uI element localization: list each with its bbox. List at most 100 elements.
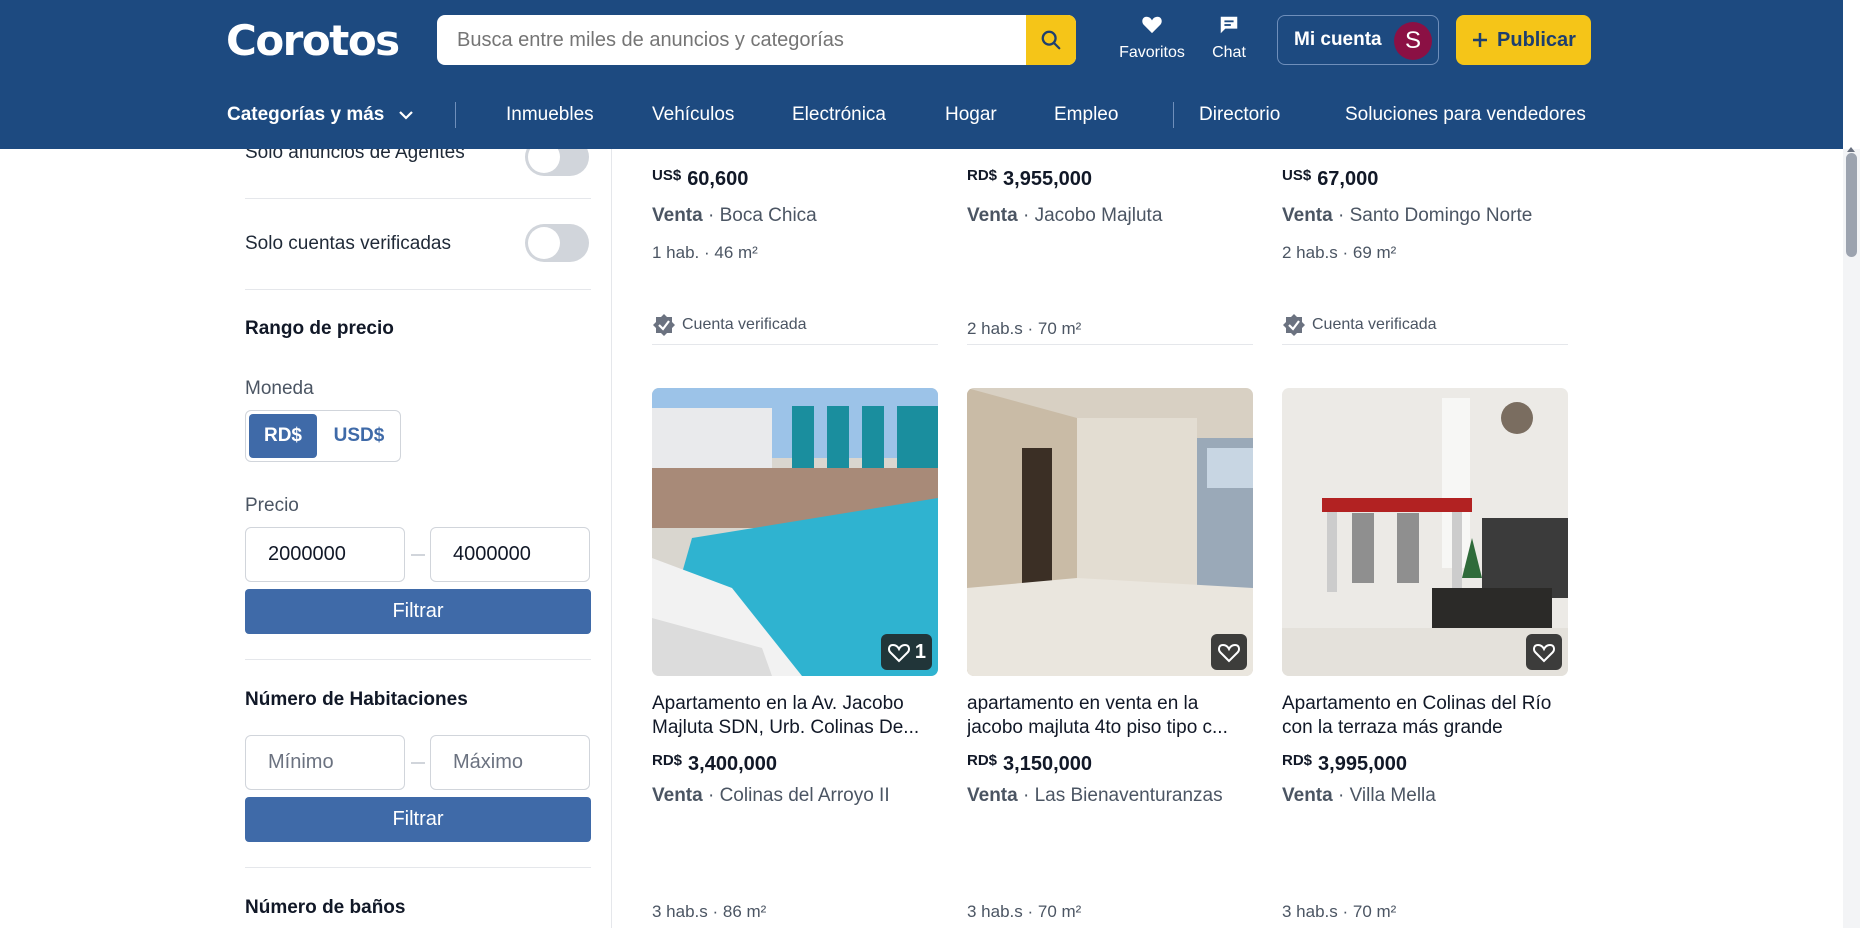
publish-label: Publicar xyxy=(1497,28,1576,51)
listing-price: US$ 60,600 xyxy=(652,167,749,190)
price-max-input[interactable] xyxy=(430,527,590,582)
favorite-button[interactable] xyxy=(1211,634,1247,670)
chat-label: Chat xyxy=(1212,44,1246,61)
plus-icon xyxy=(1473,33,1488,47)
rooms-filter-button[interactable]: Filtrar xyxy=(245,797,591,842)
chat-button[interactable]: Chat xyxy=(1206,14,1252,62)
card-divider xyxy=(1282,344,1568,345)
listing-location: Venta · Villa Mella xyxy=(1282,785,1436,806)
verified-badge: Cuenta verificada xyxy=(652,313,807,337)
listing-location: Venta · Las Bienaventuranzas xyxy=(967,785,1223,806)
price-min-input[interactable] xyxy=(245,527,405,582)
heart-outline-icon xyxy=(1218,643,1240,663)
listing-meta: 3 hab.s · 70 m² xyxy=(967,902,1082,921)
nav-item-hogar[interactable]: Hogar xyxy=(945,104,997,126)
verified-badge: Cuenta verificada xyxy=(1282,313,1437,337)
listing-price: RD$ 3,150,000 xyxy=(967,752,1092,775)
listing-type: Venta xyxy=(967,785,1018,806)
listing-price: US$ 67,000 xyxy=(1282,167,1379,190)
price-currency: US$ xyxy=(652,167,682,184)
price-range-title: Rango de precio xyxy=(245,318,394,339)
currency-usd-button[interactable]: USD$ xyxy=(322,414,396,458)
rooms-title: Número de Habitaciones xyxy=(245,689,468,710)
rooms-max-input[interactable] xyxy=(430,735,590,790)
nav-item-directorio[interactable]: Directorio xyxy=(1199,104,1280,126)
categories-menu[interactable]: Categorías y más xyxy=(227,104,414,126)
nav-item-electronica[interactable]: Electrónica xyxy=(792,104,886,126)
my-account-button[interactable]: Mi cuenta S xyxy=(1277,15,1439,65)
nav-item-empleo[interactable]: Empleo xyxy=(1054,104,1118,126)
listing-title[interactable]: Apartamento en la Av. Jacobo Majluta SDN… xyxy=(652,692,938,740)
listing-type: Venta xyxy=(1282,205,1333,226)
favorites-button[interactable]: Favoritos xyxy=(1114,14,1190,62)
listing-type: Venta xyxy=(652,205,703,226)
account-label: Mi cuenta xyxy=(1294,29,1382,50)
favorite-button[interactable]: 1 xyxy=(880,634,932,670)
top-header: Corotos Favoritos Chat Mi cuenta S Publi… xyxy=(0,0,1843,149)
corotos-logo[interactable]: Corotos xyxy=(226,16,400,65)
nav-item-inmuebles[interactable]: Inmuebles xyxy=(506,104,594,126)
nav-item-soluciones[interactable]: Soluciones para vendedores xyxy=(1345,104,1586,126)
listing-price: RD$ 3,955,000 xyxy=(967,167,1092,190)
listing-type: Venta xyxy=(652,785,703,806)
verified-only-label: Solo cuentas verificadas xyxy=(245,233,451,254)
price-filter-button[interactable]: Filtrar xyxy=(245,589,591,634)
listing-location: Venta · Santo Domingo Norte xyxy=(1282,205,1533,226)
verified-only-toggle[interactable] xyxy=(525,224,589,262)
divider xyxy=(245,289,591,290)
nav-item-vehiculos[interactable]: Vehículos xyxy=(652,104,734,126)
category-nav: Categorías y más Inmuebles Vehículos Ele… xyxy=(0,100,1843,130)
card-divider xyxy=(967,344,1253,345)
listing-image[interactable]: 1 xyxy=(652,388,938,676)
listing-image[interactable] xyxy=(1282,388,1568,676)
listing-meta: 1 hab. · 46 m² xyxy=(652,243,758,262)
card-divider xyxy=(652,344,938,345)
favorite-count: 1 xyxy=(914,640,926,663)
divider xyxy=(245,198,591,199)
page-scrollbar[interactable] xyxy=(1843,147,1860,928)
listing-title[interactable]: apartamento en venta en la jacobo majlut… xyxy=(967,692,1253,740)
verified-check-icon xyxy=(1283,314,1305,336)
price-currency: RD$ xyxy=(652,752,683,769)
listing-meta: 3 hab.s · 86 m² xyxy=(652,902,767,921)
categories-label: Categorías y más xyxy=(227,104,385,125)
publish-button[interactable]: Publicar xyxy=(1456,15,1591,65)
scroll-up-arrow-icon[interactable] xyxy=(1847,147,1855,152)
currency-selector: RD$ USD$ xyxy=(245,410,401,462)
search-icon xyxy=(1041,30,1061,50)
favorite-button[interactable] xyxy=(1526,634,1562,670)
nav-divider xyxy=(1173,102,1174,128)
favorites-label: Favoritos xyxy=(1119,44,1185,61)
scrollbar-thumb[interactable] xyxy=(1846,153,1857,257)
listing-location: Venta · Colinas del Arroyo II xyxy=(652,785,890,806)
price-currency: RD$ xyxy=(1282,752,1313,769)
listing-title[interactable]: Apartamento en Colinas del Río con la te… xyxy=(1282,692,1568,740)
listing-type: Venta xyxy=(967,205,1018,226)
price-currency: RD$ xyxy=(967,167,998,184)
listing-image[interactable] xyxy=(967,388,1253,676)
divider xyxy=(245,867,591,868)
listing-location: Venta · Jacobo Majluta xyxy=(967,205,1163,226)
chevron-down-icon xyxy=(398,111,413,120)
price-label: Precio xyxy=(245,495,299,516)
rooms-min-input[interactable] xyxy=(245,735,405,790)
currency-rd-button[interactable]: RD$ xyxy=(249,414,317,458)
search-bar xyxy=(437,15,1076,65)
content-divider xyxy=(611,149,612,928)
search-input[interactable] xyxy=(437,15,1027,65)
divider xyxy=(245,659,591,660)
listing-meta: 2 hab.s · 69 m² xyxy=(1282,243,1397,262)
baths-title: Número de baños xyxy=(245,897,406,918)
chat-icon xyxy=(1206,14,1252,38)
listing-meta: 2 hab.s · 70 m² xyxy=(967,319,1082,338)
heart-icon xyxy=(1114,14,1190,38)
listing-location: Venta · Boca Chica xyxy=(652,205,817,226)
listing-meta: 3 hab.s · 70 m² xyxy=(1282,902,1397,921)
nav-divider xyxy=(455,102,456,128)
price-currency: RD$ xyxy=(967,752,998,769)
listing-price: RD$ 3,995,000 xyxy=(1282,752,1407,775)
listing-price: RD$ 3,400,000 xyxy=(652,752,777,775)
heart-outline-icon xyxy=(1533,643,1555,663)
search-button[interactable] xyxy=(1026,15,1076,65)
range-dash xyxy=(411,554,425,556)
